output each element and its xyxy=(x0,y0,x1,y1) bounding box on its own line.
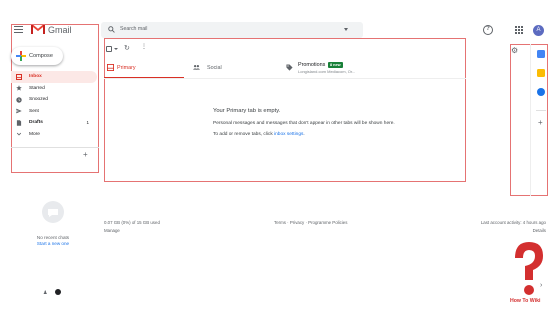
sidebar-item-more[interactable]: More xyxy=(11,129,97,141)
drafts-count: 1 xyxy=(86,120,89,125)
sidebar-item-starred[interactable]: Starred xyxy=(11,83,97,95)
tag-icon xyxy=(286,64,293,71)
people-icon xyxy=(193,64,200,70)
help-icon[interactable]: ? xyxy=(483,25,493,35)
details-link[interactable]: Details xyxy=(533,228,546,233)
inbox-icon xyxy=(107,64,114,71)
add-label-icon[interactable]: + xyxy=(83,150,88,159)
no-recent-chats: No recent chats xyxy=(36,235,70,240)
inbox-settings-link[interactable]: inbox settings xyxy=(274,132,303,137)
sidebar-item-sent[interactable]: Sent xyxy=(11,106,97,118)
sidebar-item-label: Drafts xyxy=(29,120,43,125)
contacts-icon[interactable]: ♟ xyxy=(43,290,47,296)
manage-storage-link[interactable]: Manage xyxy=(104,228,120,233)
gear-icon[interactable]: ⚙ xyxy=(511,46,518,55)
new-count-badge: 8 new xyxy=(328,62,343,68)
sidebar-item-snoozed[interactable]: Snoozed xyxy=(11,94,97,106)
keep-icon[interactable] xyxy=(537,69,545,77)
clock-icon xyxy=(16,96,22,103)
google-apps-icon[interactable] xyxy=(515,26,523,34)
sidebar-item-label: Inbox xyxy=(29,74,42,79)
gmail-window: Gmail Search mail ? A Compose Inbox Star… xyxy=(0,0,560,315)
sidebar-item-label: Sent xyxy=(29,108,39,114)
tab-label: Promotions xyxy=(298,62,326,68)
empty-state-title: Your Primary tab is empty. xyxy=(213,108,281,114)
side-panel-separator xyxy=(536,110,546,111)
tab-label: Social xyxy=(207,65,222,71)
compose-button[interactable]: Compose xyxy=(11,47,63,65)
start-new-chat-link[interactable]: Start a new one xyxy=(25,241,81,246)
search-bar[interactable]: Search mail xyxy=(101,22,363,38)
empty-state-message: Personal messages and messages that don'… xyxy=(213,121,395,126)
sidebar-nav: Inbox Starred Snoozed Sent Drafts 1 More xyxy=(11,71,99,140)
sidebar-item-label: More xyxy=(29,131,40,137)
avatar[interactable]: A xyxy=(533,25,544,36)
draft-icon xyxy=(16,119,22,126)
storage-usage: 0.07 GB (0%) of 15 GB used xyxy=(104,220,160,225)
sidebar-item-label: Starred xyxy=(29,85,45,91)
star-icon xyxy=(16,85,22,91)
search-input[interactable]: Search mail xyxy=(120,26,147,32)
footer-links[interactable]: Terms · Privacy · Programme Policies xyxy=(274,220,347,225)
calendar-icon[interactable] xyxy=(537,50,545,58)
compose-label: Compose xyxy=(29,52,53,59)
empty-state-settings-hint: To add or remove tabs, click inbox setti… xyxy=(213,132,305,137)
chevron-down-icon xyxy=(16,132,22,136)
plus-icon xyxy=(16,51,26,61)
get-addons-icon[interactable]: + xyxy=(538,118,543,127)
hint-prefix: To add or remove tabs, click xyxy=(213,132,275,137)
search-icon[interactable] xyxy=(108,26,115,33)
sidebar-item-inbox[interactable]: Inbox xyxy=(11,71,97,83)
more-options-icon[interactable]: ⋮ xyxy=(141,44,147,50)
select-options-icon[interactable] xyxy=(114,48,118,50)
select-all-checkbox[interactable] xyxy=(106,46,112,52)
hint-suffix: . xyxy=(303,132,305,137)
refresh-icon[interactable]: ↻ xyxy=(124,44,130,52)
side-panel-divider xyxy=(530,44,531,196)
promotions-preview: Longisland.com Mediacom, Or... xyxy=(298,69,356,74)
main-highlight-box xyxy=(104,38,466,182)
sidebar-divider xyxy=(11,147,99,148)
sidebar-item-drafts[interactable]: Drafts 1 xyxy=(11,117,97,129)
active-tab-indicator xyxy=(104,77,184,78)
hangouts-icon[interactable] xyxy=(55,289,61,295)
last-activity: Last account activity: 4 hours ago xyxy=(480,220,546,225)
tab-label: Primary xyxy=(117,65,136,71)
sidebar-item-label: Snoozed xyxy=(29,97,48,102)
send-icon xyxy=(16,108,22,114)
inbox-icon xyxy=(16,73,22,80)
watermark-text: How To Wiki xyxy=(510,298,541,304)
tasks-icon[interactable] xyxy=(537,88,545,96)
search-options-icon[interactable] xyxy=(344,28,348,31)
chat-placeholder-icon xyxy=(42,201,64,223)
tab-divider xyxy=(104,78,466,79)
